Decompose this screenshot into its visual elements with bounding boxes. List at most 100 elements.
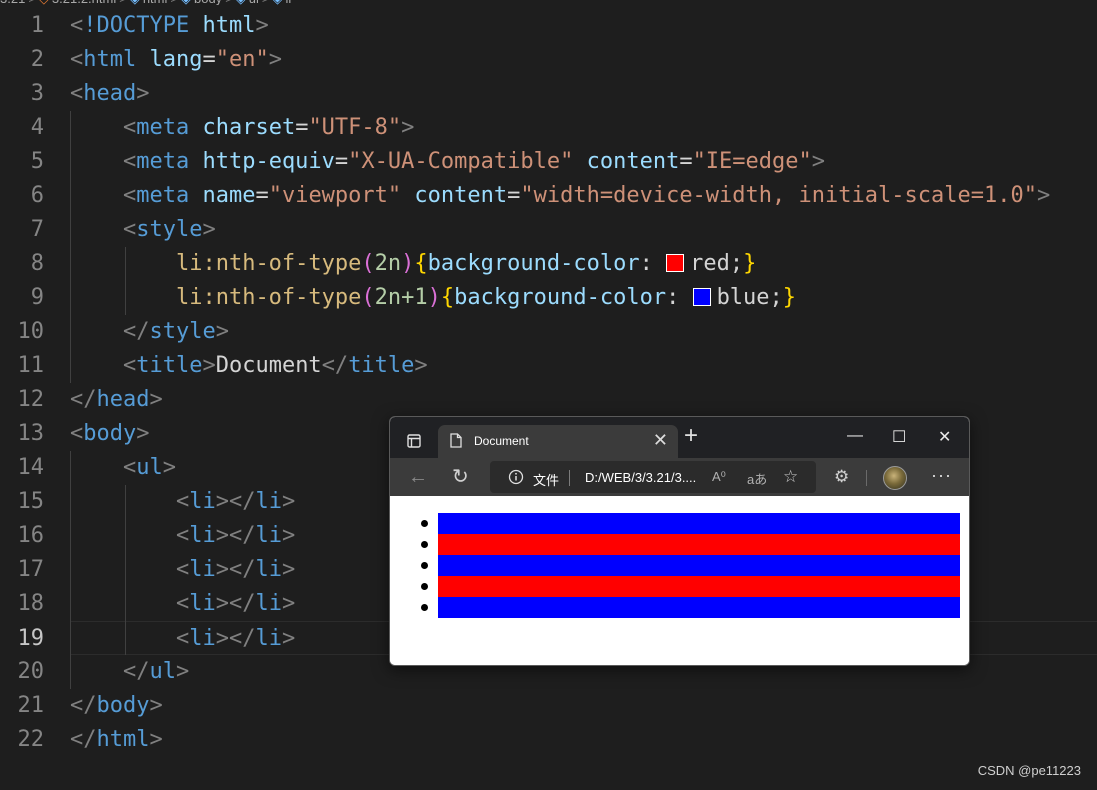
list-item — [421, 513, 960, 534]
code-line[interactable]: 21 </body> — [0, 689, 1097, 723]
line-number: 20 — [17, 659, 45, 684]
code-token: > — [162, 455, 176, 480]
code-line[interactable]: 22 </html> — [0, 723, 1097, 757]
line-number: 11 — [17, 353, 45, 378]
element-symbol-icon: ◈ — [130, 0, 140, 5]
code-token: > — [215, 319, 229, 344]
code-line[interactable]: 1 <!DOCTYPE html> — [0, 9, 1097, 43]
code-line[interactable]: 5 <meta http-equiv="X-UA-Compatible" con… — [0, 145, 1097, 179]
breadcrumb-separator: > — [28, 0, 36, 5]
code-token: meta — [136, 115, 190, 140]
site-info-label[interactable]: 文件 — [533, 470, 559, 489]
code-token: = — [255, 183, 269, 208]
code-token: > — [281, 489, 296, 514]
page-viewport — [390, 496, 969, 665]
code-token: > — [281, 523, 296, 548]
code-token: "X-UA-Compatible" — [348, 149, 574, 174]
color-swatch-red[interactable] — [666, 254, 685, 272]
code-text: <li></li> — [70, 553, 295, 587]
code-token: li:nth-of-type — [175, 285, 362, 310]
code-token: html — [83, 47, 137, 72]
code-token: < — [122, 217, 137, 242]
breadcrumb: 3.21>◇3.21.2.html>◈html>◈body>◈ul>◈li — [0, 0, 1097, 5]
code-token: > — [268, 47, 282, 72]
tab-document[interactable]: Document ✕ — [438, 425, 678, 458]
tab-actions-icon[interactable] — [407, 434, 421, 448]
favorite-icon[interactable]: ☆ — [783, 467, 798, 487]
url-text[interactable]: D:/WEB/3/3.21/3.... — [585, 470, 696, 485]
code-text: <li></li> — [70, 622, 295, 656]
breadcrumb-item[interactable]: li — [286, 0, 292, 5]
breadcrumb-item[interactable]: ul — [249, 0, 259, 5]
line-number: 21 — [17, 693, 45, 718]
back-icon[interactable]: ← — [408, 467, 428, 487]
code-line[interactable]: 6 <meta name="viewport" content="width=d… — [0, 179, 1097, 213]
code-line[interactable]: 7 <style> — [0, 213, 1097, 247]
code-line[interactable]: 3 <head> — [0, 77, 1097, 111]
code-line[interactable]: 4 <meta charset="UTF-8"> — [0, 111, 1097, 145]
line-number: 10 — [17, 319, 45, 344]
code-text: <meta http-equiv="X-UA-Compatible" conte… — [70, 145, 825, 179]
breadcrumb-item[interactable]: body — [194, 0, 222, 5]
minimize-icon[interactable]: — — [847, 427, 863, 445]
color-swatch-blue[interactable] — [692, 288, 711, 306]
code-text: <meta charset="UTF-8"> — [70, 111, 414, 145]
translate-icon[interactable]: aあ — [747, 469, 767, 488]
info-icon[interactable] — [508, 469, 524, 485]
breadcrumb-item[interactable]: 3.21.2.html — [52, 0, 116, 5]
code-token: < — [122, 183, 137, 208]
code-line[interactable]: 11 <title>Document</title> — [0, 349, 1097, 383]
breadcrumb-item[interactable]: html — [143, 0, 168, 5]
close-window-icon[interactable]: ✕ — [938, 427, 951, 447]
code-token: ></ — [215, 557, 256, 582]
code-line[interactable]: 10 </style> — [0, 315, 1097, 349]
code-token: body — [83, 421, 137, 446]
address-divider — [569, 470, 570, 486]
code-token: < — [122, 115, 137, 140]
indent-guide — [125, 247, 126, 315]
code-text: <html lang="en"> — [70, 43, 282, 77]
address-bar[interactable]: 文件 D:/WEB/3/3.21/3.... A⁰ aあ ☆ — [490, 461, 816, 493]
code-token: > — [414, 353, 428, 378]
code-token: style — [149, 319, 216, 344]
more-icon[interactable]: ··· — [931, 465, 952, 486]
code-text: </html> — [70, 723, 163, 757]
code-text: <title>Document</title> — [70, 349, 428, 383]
code-token: background-color — [427, 251, 640, 276]
code-line[interactable]: 2 <html lang="en"> — [0, 43, 1097, 77]
code-token: ; — [769, 285, 783, 310]
line-number: 19 — [17, 626, 45, 651]
code-token: background-color — [454, 285, 667, 310]
code-token: "viewport" — [268, 183, 402, 208]
code-line[interactable]: 12 </head> — [0, 383, 1097, 417]
extensions-icon[interactable]: ⚙ — [834, 467, 849, 487]
code-line[interactable]: 8 li:nth-of-type(2n){background-color: r… — [0, 247, 1097, 281]
code-token: > — [811, 149, 826, 174]
line-number: 18 — [17, 591, 45, 616]
read-aloud-icon[interactable]: A⁰ — [712, 469, 726, 485]
indent-guide — [70, 451, 71, 689]
code-token: li — [189, 591, 216, 616]
code-token: ( — [361, 251, 375, 276]
line-number: 17 — [17, 557, 45, 582]
code-token: > — [281, 557, 296, 582]
code-text: <li></li> — [70, 519, 295, 553]
breadcrumb-separator: > — [119, 0, 127, 5]
code-token: > — [136, 81, 150, 106]
breadcrumb-item[interactable]: 3.21 — [0, 0, 25, 5]
code-line[interactable]: 9 li:nth-of-type(2n+1){background-color:… — [0, 281, 1097, 315]
maximize-icon[interactable]: ☐ — [892, 427, 906, 447]
profile-avatar[interactable] — [883, 466, 907, 490]
new-tab-icon[interactable]: + — [684, 424, 698, 448]
code-token: > — [281, 626, 296, 651]
tab-close-icon[interactable]: ✕ — [653, 430, 668, 451]
line-number: 22 — [17, 727, 45, 752]
code-token: content — [414, 183, 508, 208]
reload-icon[interactable]: ↻ — [452, 467, 469, 487]
